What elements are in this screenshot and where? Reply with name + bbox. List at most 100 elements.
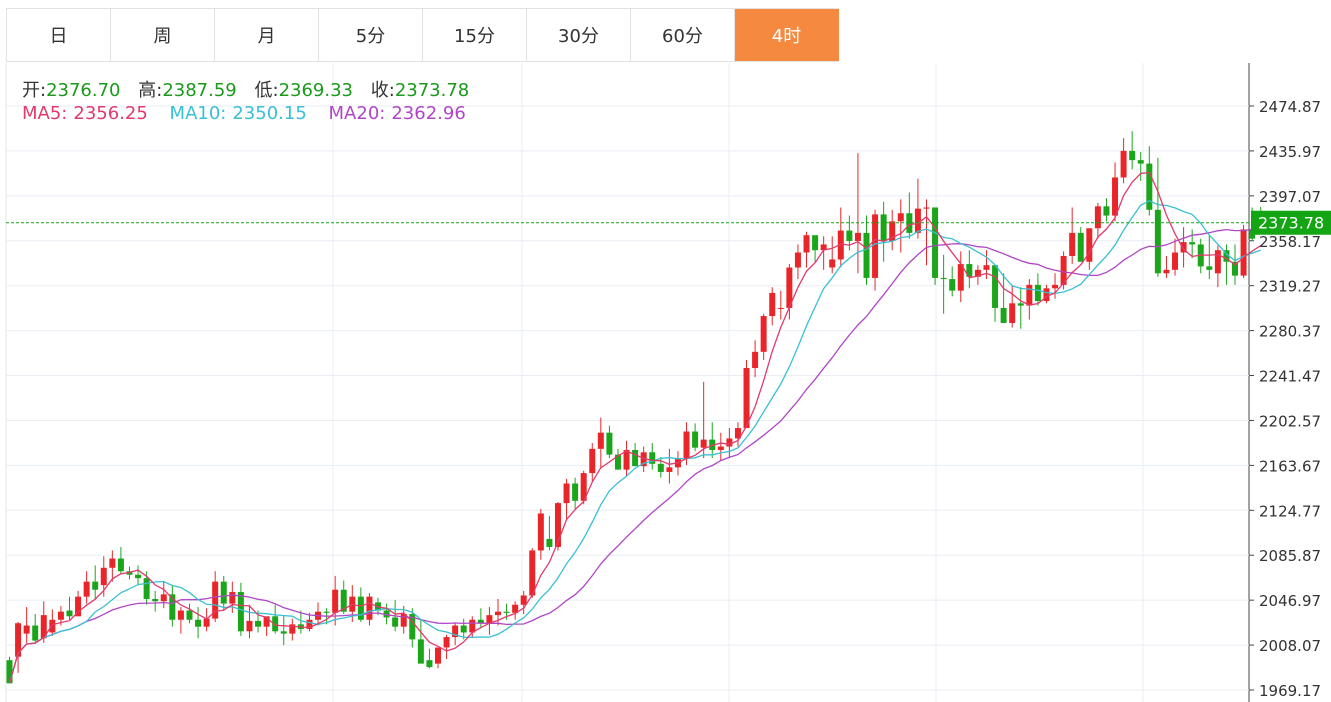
candle-body [752,351,759,368]
candle-body [417,639,424,664]
ma10-label: MA10: [169,103,227,124]
y-tick-label: 2280.37 [1259,323,1321,341]
candle-body [1077,232,1084,262]
candle-body [923,207,930,209]
candle-body [23,625,30,634]
candle-body [700,439,707,448]
candle-body [357,596,364,620]
candle-body [1103,206,1110,216]
candle-body [940,277,947,280]
candle-body [1240,229,1247,276]
candle-body [109,558,116,568]
candle-body [863,232,870,278]
candle-body [717,446,724,450]
close-value: 2373.78 [394,80,470,101]
candle-body [255,620,262,627]
candle-body [520,595,527,605]
candle-body [177,610,184,620]
candle-body [92,581,99,590]
candle-body [932,207,939,278]
candle-body [460,625,467,633]
candle-body [846,230,853,241]
candle-body [572,483,579,501]
ma10-value: 2350.15 [232,103,307,124]
open-value: 2376.70 [46,80,121,101]
candle-body [726,438,733,447]
candle-body [1163,269,1170,274]
candle-body [135,574,142,579]
candle-body [1129,150,1136,161]
candle-body [6,660,13,684]
y-tick-label: 1969.17 [1259,682,1321,700]
y-tick-label: 2474.87 [1259,98,1321,116]
candle-body [897,213,904,222]
candle-body [186,610,193,620]
candle-body [426,660,433,668]
candle-body [366,596,373,620]
y-tick-label: 2046.97 [1259,592,1321,610]
candle-body [443,637,450,648]
candle-body [692,431,699,448]
candle-body [563,483,570,504]
candle-body [160,594,167,602]
candle-body [246,620,253,632]
candle-body [503,611,510,613]
y-tick-label: 2435.97 [1259,143,1321,161]
candle-body [195,619,202,627]
candle-body [83,581,90,597]
ma5-label: MA5: [22,103,68,124]
candle-body [597,432,604,449]
candle-body [803,235,810,253]
candle-body [743,367,750,429]
candle-body [323,611,330,613]
candle-body [32,625,39,641]
y-tick-label: 2397.07 [1259,188,1321,206]
candle-body [1017,303,1024,306]
y-tick-label: 2241.47 [1259,368,1321,386]
candle-body [829,259,836,268]
candle-body [220,581,227,604]
high-value: 2387.59 [162,80,237,101]
candle-body [872,214,879,278]
candle-body [469,619,476,633]
candle-body [280,631,287,634]
candle-body [606,432,613,455]
candle-body [1094,206,1101,229]
candle-body [657,463,664,472]
candle-body [683,431,690,459]
candle-body [1009,303,1016,323]
candle-body [812,235,819,251]
candle-body [143,578,150,599]
candle-body [1154,209,1161,274]
y-tick-label: 2163.67 [1259,457,1321,475]
candle-body [537,513,544,551]
candle-body [229,592,236,604]
y-tick-label: 2358.17 [1259,233,1321,251]
candle-body [1189,242,1196,245]
candle-body [57,611,64,620]
candle-body [237,592,244,632]
candle-body [632,449,639,467]
y-tick-label: 2202.57 [1259,412,1321,430]
y-tick-label: 2085.87 [1259,547,1321,565]
candle-body [1069,232,1076,256]
candle-body [1112,177,1119,216]
candle-body [117,558,124,572]
candle-body [794,252,801,268]
candle-body [1206,266,1213,270]
candle-body [494,611,501,616]
candle-body [589,448,596,474]
candle-body [914,208,921,233]
candle-body [880,214,887,241]
candle-body [666,467,673,472]
candle-body [983,265,990,270]
high-label: 高: [138,80,163,101]
candle-body [392,617,399,627]
candle-body [854,232,861,241]
candle-body [777,307,784,309]
candle-body [152,598,159,602]
candle-body [1000,307,1007,323]
candle-body [1146,163,1153,210]
candle-body [1034,284,1041,302]
candle-body [435,647,441,664]
